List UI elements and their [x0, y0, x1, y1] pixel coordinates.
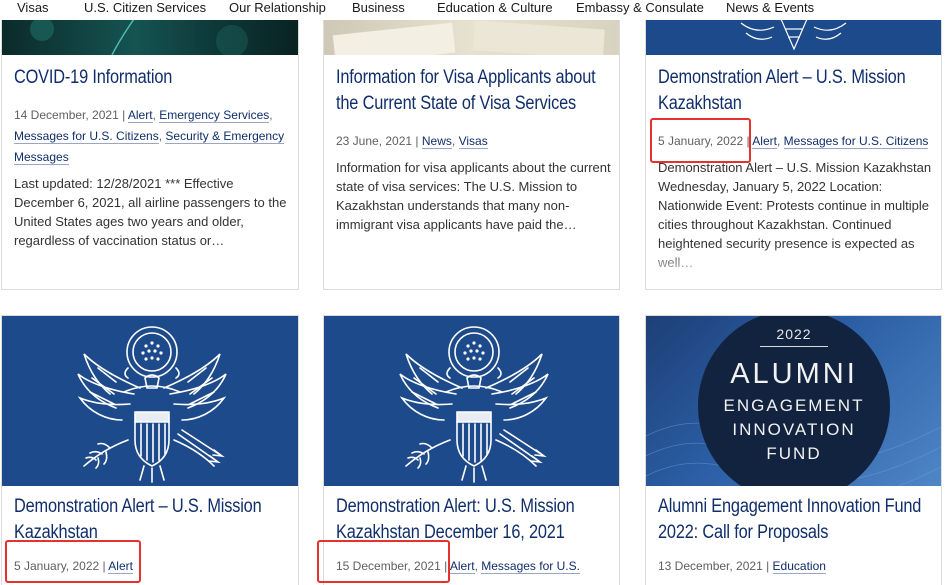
card-meta: 15 December, 2021 | Alert, Messages for … — [336, 559, 580, 574]
document-graphic-icon — [332, 20, 605, 55]
card-title[interactable]: Demonstration Alert: U.S. Mission Kazakh… — [336, 494, 610, 546]
nav-item-visas[interactable]: Visas — [17, 0, 49, 16]
card-image-seal[interactable] — [2, 316, 298, 486]
news-card-demonstration-alert-dec16: Demonstration Alert: U.S. Mission Kazakh… — [323, 315, 620, 585]
tag-messages-for-us-citizens[interactable]: Messages for U.S. Citizens — [14, 129, 159, 144]
card-date: 15 December, 2021 — [336, 559, 441, 573]
card-excerpt: Demonstration Alert – U.S. Mission Kazak… — [658, 160, 932, 270]
card-meta: 14 December, 2021 | Alert, Emergency Ser… — [14, 108, 285, 165]
top-navigation: Visas U.S. Citizen Services Our Relation… — [0, 0, 947, 20]
news-card-demonstration-alert-2: Demonstration Alert – U.S. Mission Kazak… — [1, 315, 299, 585]
card-date: 23 June, 2021 — [336, 134, 413, 148]
card-image-alumni[interactable]: 2022 ALUMNI ENGAGEMENT INNOVATION FUND — [646, 316, 941, 486]
card-title[interactable]: Demonstration Alert – U.S. Mission Kazak… — [658, 65, 932, 117]
card-title[interactable]: Demonstration Alert – U.S. Mission Kazak… — [14, 494, 289, 546]
card-date: 5 January, 2022 — [14, 559, 100, 573]
tag-alert[interactable]: Alert — [752, 134, 777, 149]
nav-item-us-citizen-services[interactable]: U.S. Citizen Services — [84, 0, 206, 16]
card-excerpt: Information for visa applicants about th… — [336, 160, 611, 232]
card-title[interactable]: Alumni Engagement Innovation Fund 2022: … — [658, 494, 932, 546]
alumni-line-3: INNOVATION — [732, 420, 856, 439]
tag-visas[interactable]: Visas — [458, 134, 488, 149]
card-date: 13 December, 2021 — [658, 559, 763, 573]
card-image-covid[interactable] — [2, 19, 298, 55]
nav-item-embassy-consulate[interactable]: Embassy & Consulate — [576, 0, 704, 16]
alumni-line-2: ENGAGEMENT — [723, 396, 865, 415]
alumni-line-1: ALUMNI — [730, 358, 858, 390]
card-meta: 5 January, 2022 | Alert, Messages for U.… — [658, 134, 929, 149]
tag-education[interactable]: Education — [772, 559, 826, 574]
eagle-seal-icon — [740, 19, 847, 51]
card-excerpt: Last updated: 12/28/2021 *** Effective D… — [14, 176, 287, 248]
nav-item-business[interactable]: Business — [352, 0, 405, 16]
excerpt-fade — [324, 245, 619, 289]
alumni-line-4: FUND — [766, 444, 822, 463]
news-card-visa-services: Information for Visa Applicants about th… — [323, 18, 620, 290]
tag-messages-for-us[interactable]: Messages for U.S. — [481, 559, 580, 574]
tag-emergency-services[interactable]: Emergency Services — [159, 108, 270, 123]
tag-alert[interactable]: Alert — [449, 559, 475, 574]
virus-graphic-icon — [30, 19, 248, 55]
great-seal-eagle-icon — [77, 326, 227, 483]
card-title[interactable]: Information for Visa Applicants about th… — [336, 65, 610, 117]
card-meta: 13 December, 2021 | Education — [658, 559, 826, 574]
nav-item-our-relationship[interactable]: Our Relationship — [229, 0, 326, 16]
tag-alert[interactable]: Alert — [108, 559, 133, 574]
card-date: 5 January, 2022 — [658, 134, 744, 148]
tag-alert[interactable]: Alert — [127, 108, 153, 123]
nav-item-news-events[interactable]: News & Events — [726, 0, 814, 16]
nav-item-education-culture[interactable]: Education & Culture — [437, 0, 553, 16]
alumni-badge: 2022 ALUMNI ENGAGEMENT INNOVATION FUND — [698, 316, 890, 486]
card-date: 14 December, 2021 — [14, 108, 119, 122]
great-seal-eagle-icon — [399, 326, 549, 483]
news-card-alumni-fund: 2022 ALUMNI ENGAGEMENT INNOVATION FUND A… — [645, 315, 942, 585]
tag-news[interactable]: News — [421, 134, 452, 149]
tag-messages-for-us-citizens[interactable]: Messages for U.S. Citizens — [783, 134, 929, 149]
card-image-seal[interactable] — [646, 19, 941, 55]
news-card-covid: COVID-19 Information 14 December, 2021 |… — [1, 18, 299, 290]
alumni-year: 2022 — [776, 326, 812, 342]
card-image-visa[interactable] — [324, 19, 619, 55]
card-image-seal[interactable] — [324, 316, 619, 486]
news-card-demonstration-alert-1: Demonstration Alert – U.S. Mission Kazak… — [645, 18, 942, 290]
card-meta: 23 June, 2021 | News, Visas — [336, 134, 488, 149]
card-title[interactable]: COVID-19 Information — [14, 65, 289, 91]
card-meta: 5 January, 2022 | Alert — [14, 559, 133, 574]
excerpt-fade — [2, 245, 298, 289]
